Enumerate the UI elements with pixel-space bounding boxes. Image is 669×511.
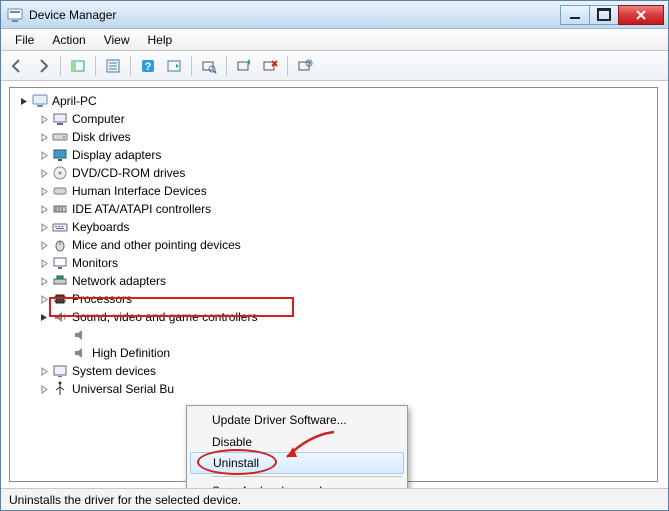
expand-icon[interactable] [38, 383, 50, 395]
help-button[interactable]: ? [136, 54, 160, 78]
tree-category-disk-drives[interactable]: Disk drives [14, 128, 657, 146]
statusbar-text: Uninstalls the driver for the selected d… [9, 493, 241, 507]
ctx-disable[interactable]: Disable [190, 431, 404, 453]
tree-category-mice[interactable]: Mice and other pointing devices [14, 236, 657, 254]
display-icon [52, 147, 68, 163]
menu-view[interactable]: View [96, 31, 138, 49]
tree-category-monitors[interactable]: Monitors [14, 254, 657, 272]
ctx-uninstall[interactable]: Uninstall [190, 452, 404, 474]
expand-icon[interactable] [38, 221, 50, 233]
dvd-icon [52, 165, 68, 181]
update-driver-button[interactable] [232, 54, 256, 78]
computer-category-icon [52, 111, 68, 127]
context-menu: Update Driver Software... Disable Uninst… [186, 405, 408, 488]
root-label: April-PC [52, 94, 97, 108]
ctx-separator [212, 476, 402, 477]
expand-icon[interactable] [38, 275, 50, 287]
expand-icon[interactable] [38, 365, 50, 377]
expand-icon[interactable] [38, 257, 50, 269]
menu-file[interactable]: File [7, 31, 42, 49]
ctx-update-driver[interactable]: Update Driver Software... [190, 409, 404, 431]
sound-icon [52, 309, 68, 325]
menu-help[interactable]: Help [140, 31, 181, 49]
menubar: File Action View Help [1, 29, 668, 51]
computer-icon [32, 93, 48, 109]
expand-icon[interactable] [38, 131, 50, 143]
properties-button[interactable] [101, 54, 125, 78]
collapse-icon[interactable] [18, 95, 30, 107]
action-button[interactable] [162, 54, 186, 78]
tree-category-computer[interactable]: Computer [14, 110, 657, 128]
tree-device-sound-child-2[interactable]: High Definition [14, 344, 657, 362]
tree-category-keyboards[interactable]: Keyboards [14, 218, 657, 236]
tree-category-sound-video[interactable]: Sound, video and game controllers [14, 308, 657, 326]
tree-device-sound-child-1[interactable] [14, 326, 657, 344]
tree-category-system-devices[interactable]: System devices [14, 362, 657, 380]
forward-button[interactable] [31, 54, 55, 78]
maximize-button[interactable] [589, 5, 619, 25]
expand-icon[interactable] [38, 185, 50, 197]
statusbar: Uninstalls the driver for the selected d… [1, 488, 668, 510]
close-button[interactable] [618, 5, 664, 25]
hid-icon [52, 183, 68, 199]
minimize-button[interactable] [560, 5, 590, 25]
tree-category-dvd-cd[interactable]: DVD/CD-ROM drives [14, 164, 657, 182]
expand-icon[interactable] [38, 149, 50, 161]
svg-text:?: ? [145, 61, 152, 73]
content-area: April-PC Computer Disk drives Display ad… [1, 81, 668, 488]
network-icon [52, 273, 68, 289]
collapse-icon[interactable] [38, 311, 50, 323]
ide-icon [52, 201, 68, 217]
disk-icon [52, 129, 68, 145]
back-button[interactable] [5, 54, 29, 78]
expand-icon[interactable] [38, 113, 50, 125]
titlebar: Device Manager [1, 1, 668, 29]
app-icon [7, 7, 23, 23]
scan-devices-button[interactable] [197, 54, 221, 78]
tree-root[interactable]: April-PC [14, 92, 657, 110]
system-icon [52, 363, 68, 379]
speaker-icon [72, 327, 88, 343]
mouse-icon [52, 237, 68, 253]
expand-icon[interactable] [38, 239, 50, 251]
tree-category-usb[interactable]: Universal Serial Bu [14, 380, 657, 398]
tree-category-network-adapters[interactable]: Network adapters [14, 272, 657, 290]
window: Device Manager File Action View Help ? [0, 0, 669, 511]
speaker-icon [72, 345, 88, 361]
window-title: Device Manager [29, 8, 116, 22]
ctx-scan-hardware[interactable]: Scan for hardware changes [190, 480, 404, 488]
processor-icon [52, 291, 68, 307]
monitor-icon [52, 255, 68, 271]
tree-category-processors[interactable]: Processors [14, 290, 657, 308]
expand-icon[interactable] [38, 293, 50, 305]
tree-category-ide-ata[interactable]: IDE ATA/ATAPI controllers [14, 200, 657, 218]
tree-category-display-adapters[interactable]: Display adapters [14, 146, 657, 164]
usb-icon [52, 381, 68, 397]
menu-action[interactable]: Action [44, 31, 93, 49]
expand-icon[interactable] [38, 203, 50, 215]
show-hide-console-button[interactable] [66, 54, 90, 78]
tree-category-hid[interactable]: Human Interface Devices [14, 182, 657, 200]
enable-button[interactable] [293, 54, 317, 78]
toolbar: ? [1, 51, 668, 81]
uninstall-button[interactable] [258, 54, 282, 78]
expand-icon[interactable] [38, 167, 50, 179]
keyboard-icon [52, 219, 68, 235]
